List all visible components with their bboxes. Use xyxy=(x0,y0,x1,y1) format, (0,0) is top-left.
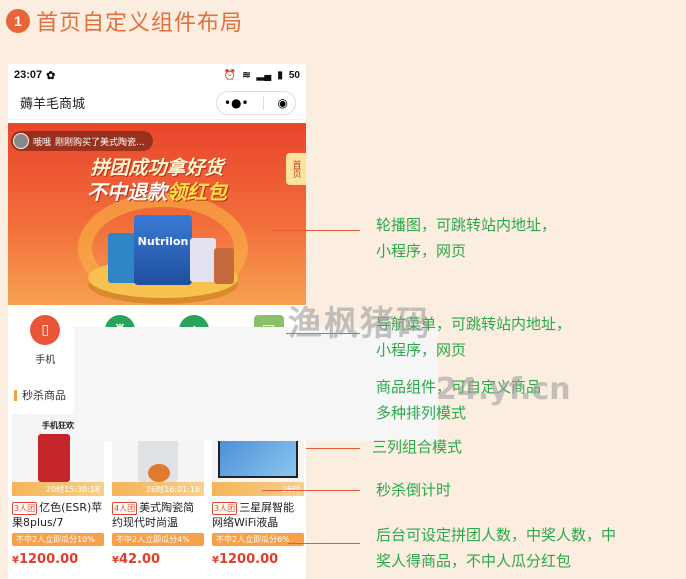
signal-icon: ▂▄ xyxy=(256,69,272,81)
product-name: 3人团 三星屏智能网络WiFi液晶 xyxy=(212,501,295,529)
app-title: 薅羊毛商城 xyxy=(20,97,86,112)
purchase-ticker: 哦哦 刚刚购买了美式陶瓷... xyxy=(11,131,153,151)
more-dots-icon[interactable]: •●• xyxy=(224,96,249,110)
watermark: 渔枫猪码 xyxy=(288,304,432,344)
battery-icon: ▮ xyxy=(277,69,283,81)
group-tag: 3人团 xyxy=(212,502,238,515)
banner-carousel[interactable]: Nutrilon 哦哦 刚刚购买了美式陶瓷... 拼团成功拿好货 不中退款领红包… xyxy=(8,123,306,305)
status-time: 23:07 xyxy=(14,69,43,81)
product-name: 4人团 美式陶瓷简约现代时尚温 xyxy=(112,501,195,529)
battery-level: 50 xyxy=(288,69,300,81)
annotation-line xyxy=(272,230,360,231)
product-name: 3人团 亿色(ESR)苹果8plus/7 xyxy=(12,501,103,529)
product-can: Nutrilon xyxy=(134,215,192,285)
promo-badge: 不中2人立即瓜分6% xyxy=(212,533,304,546)
product-box-icon xyxy=(190,238,216,282)
wifi-icon: ≋ xyxy=(242,69,251,81)
product-price: ¥1200.00 xyxy=(12,552,79,567)
group-tag: 3人团 xyxy=(12,502,38,515)
section-title: 首页自定义组件布局 xyxy=(36,11,244,36)
banner-side-tag[interactable]: 首页 xyxy=(286,153,306,185)
group-tag: 4人团 xyxy=(112,502,138,515)
annotation-group-buy: 后台可设定拼团人数，中奖人数，中 奖人得商品，不中人瓜分红包 xyxy=(376,526,617,570)
miniprogram-capsule: •●• ◉ xyxy=(216,90,296,115)
status-bar: 23:07 ✿ ⏰ ≋ ▂▄ ▮ 50 xyxy=(8,64,306,86)
promo-badge: 不中2人立即瓜分4% xyxy=(112,533,204,546)
countdown-timer: 26时 xyxy=(212,482,304,496)
annotation-countdown: 秒杀倒计时 xyxy=(376,481,452,499)
app-notification-icon: ✿ xyxy=(46,69,56,82)
phone-icon: ▯ xyxy=(30,315,61,345)
countdown-timer: 20时15:30:18 xyxy=(12,482,104,496)
annotation-banner: 轮播图，可跳转站内地址， 小程序，网页 xyxy=(376,216,557,260)
nav-bar: 薅羊毛商城 •●• ◉ xyxy=(8,86,306,120)
avatar xyxy=(13,133,29,149)
product-price: ¥1200.00 xyxy=(212,552,279,567)
alarm-icon: ⏰ xyxy=(223,69,237,81)
annotation-three-column: 三列组合模式 xyxy=(372,438,463,456)
countdown-timer: 26时16:01:18 xyxy=(112,482,204,496)
phone-mockup: 23:07 ✿ ⏰ ≋ ▂▄ ▮ 50 薅羊毛商城 •●• ◉ Nutrilon… xyxy=(8,64,306,579)
promo-badge: 不中2人立即瓜分10% xyxy=(12,533,104,546)
step-badge: 1 xyxy=(6,9,30,33)
watermark-url: 24.yf.cn xyxy=(436,372,571,407)
section-header: 1 首页自定义组件布局 xyxy=(6,6,243,36)
annotation-line xyxy=(262,490,360,491)
banner-subheadline: 不中退款领红包 xyxy=(87,180,227,204)
product-price: ¥42.00 xyxy=(112,552,161,567)
annotation-line xyxy=(288,543,360,544)
nav-menu-item-phone[interactable]: ▯ 手机 xyxy=(17,315,73,367)
annotation-line xyxy=(306,448,360,449)
product-box-icon xyxy=(214,248,234,284)
close-target-icon[interactable]: ◉ xyxy=(278,96,288,110)
